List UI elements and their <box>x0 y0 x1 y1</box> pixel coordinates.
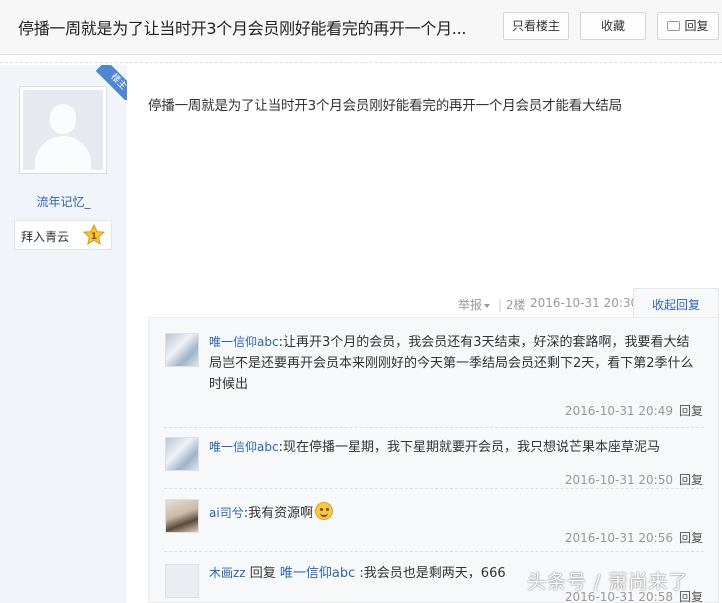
reply-meta: 2016-10-31 20:50 回复 <box>565 471 703 488</box>
reply-body: 让再开3个月的会员，我会员还有3天结束，好深的套路啊，我要看大结局岂不是还要再开… <box>209 335 694 392</box>
reply-word: 回复 <box>249 566 276 581</box>
report-label: 举报 <box>458 298 483 312</box>
avatar[interactable] <box>165 499 199 533</box>
divider <box>0 62 722 63</box>
reply-text: 唯一信仰abc:让再开3个月的会员，我会员还有3天结束，好深的套路啊，我要看大结… <box>209 335 694 392</box>
reply-body: 我有资源啊 <box>248 506 314 521</box>
avatar[interactable] <box>165 333 199 367</box>
level-number: 1 <box>91 232 97 242</box>
post-content: 停播一周就是为了让当时开3个月会员刚好能看完的再开一个月会员才能看大结局 <box>148 98 622 114</box>
collapse-replies-button[interactable]: 收起回复 <box>633 288 719 318</box>
reply-target-username[interactable]: 唯一信仰abc <box>280 566 355 581</box>
avatar[interactable] <box>165 437 199 471</box>
level-name: 拜入青云 <box>21 230 70 244</box>
divider <box>164 488 704 489</box>
floor-number: | 2楼 <box>498 298 526 312</box>
star-icon: 1 <box>83 224 105 246</box>
reply-time: 2016-10-31 20:49 <box>564 404 673 418</box>
reply-link[interactable]: 回复 <box>679 531 703 545</box>
reply-meta: 2016-10-31 20:56 回复 <box>565 529 703 546</box>
only-op-button[interactable]: 只看楼主 <box>503 12 569 40</box>
reply-username[interactable]: 唯一信仰abc <box>209 335 279 349</box>
avatar[interactable] <box>165 564 199 598</box>
comment-icon <box>667 20 681 31</box>
reply-link[interactable]: 回复 <box>679 473 703 487</box>
smiley-emoji-icon <box>315 502 334 520</box>
watermark: 头条号 / 萧尚来了 <box>527 571 689 593</box>
reply-button-label: 回复 <box>684 19 709 33</box>
reply-link[interactable]: 回复 <box>679 404 703 418</box>
author-name[interactable]: 流年记忆_ <box>0 193 127 210</box>
thread-title: 停播一周就是为了让当时开3个月会员刚好能看完的再开一个月... <box>18 19 467 38</box>
op-badge: 楼主 <box>92 65 127 100</box>
report-link[interactable]: 举报 <box>458 296 491 313</box>
reply-username[interactable]: 木画zz <box>209 566 246 580</box>
reply-text: ai司兮:我有资源啊 <box>209 502 699 524</box>
author-level: 拜入青云 1 <box>14 220 112 250</box>
post-time: 2016-10-31 20:30 <box>530 296 639 310</box>
reply-body: :我会员也是剩两天，666 <box>359 566 506 581</box>
author-sidebar: 楼主 流年记忆_ 拜入青云 1 <box>0 65 127 603</box>
reply-button[interactable]: 回复 <box>657 12 719 40</box>
thread-header: 停播一周就是为了让当时开3个月会员刚好能看完的再开一个月... 只看楼主 收藏 … <box>0 0 722 55</box>
reply-text: 唯一信仰abc:现在停播一星期，我下星期就要开会员，我只想说芒果本座草泥马 <box>209 440 660 455</box>
reply-time: 2016-10-31 20:50 <box>564 473 673 487</box>
reply-meta: 2016-10-31 20:49 回复 <box>565 402 703 419</box>
op-badge-label: 楼主 <box>95 65 127 100</box>
divider <box>164 427 704 428</box>
floor-label: 2楼 <box>505 298 526 312</box>
favorite-button[interactable]: 收藏 <box>580 12 646 40</box>
reply-username[interactable]: 唯一信仰abc <box>209 440 279 454</box>
reply-time: 2016-10-31 20:56 <box>564 531 673 545</box>
reply-body: 现在停播一星期，我下星期就要开会员，我只想说芒果本座草泥马 <box>282 440 660 455</box>
reply-username[interactable]: ai司兮 <box>209 506 244 520</box>
default-avatar-icon <box>23 90 103 170</box>
caret-down-icon <box>484 303 491 308</box>
reply-list: 唯一信仰abc:让再开3个月的会员，我会员还有3天结束，好深的套路啊，我要看大结… <box>148 317 719 603</box>
divider <box>164 551 704 552</box>
